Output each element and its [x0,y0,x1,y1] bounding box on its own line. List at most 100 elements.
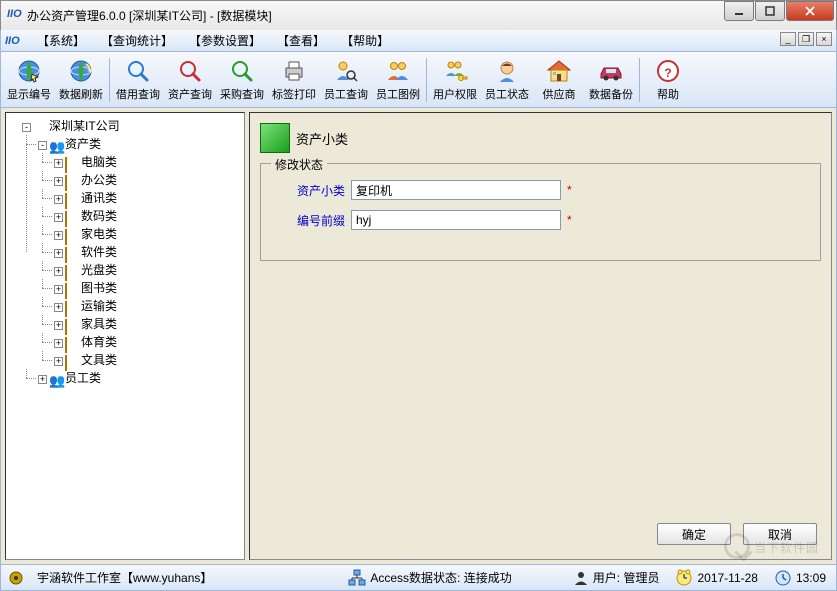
expander-icon[interactable]: - [22,123,31,132]
work-area: -深圳某IT公司-👥资产类+电脑类+办公类+通讯类+数码类+家电类+软件类+光盘… [0,108,837,565]
toolbar-globe-cursor[interactable]: 显示编号 [3,55,55,105]
required-marker: * [567,213,572,227]
menu-query-stats[interactable]: 【查询统计】 [93,30,181,51]
toolbar-globe-refresh[interactable]: 数据刷新 [55,55,107,105]
box-icon [65,282,79,296]
box-icon [65,354,79,368]
menu-help[interactable]: 【帮助】 [333,30,397,51]
status-db-text: Access数据状态: 连接成功 [370,569,511,586]
ok-button[interactable]: 确定 [657,523,731,545]
tree-item[interactable]: +文具类 [38,351,244,369]
toolbar-label: 供应商 [543,86,576,102]
expander-icon[interactable]: + [54,267,63,276]
mdi-close-button[interactable]: × [816,32,832,46]
box-icon [65,300,79,314]
tree-item[interactable]: +家电类 [38,225,244,243]
toolbar-person-head[interactable]: 员工状态 [481,55,533,105]
svg-text:?: ? [664,66,671,80]
box-icon [65,210,79,224]
expander-icon[interactable]: - [38,141,47,150]
app-icon: IIO [7,8,23,24]
globe-refresh-icon [67,57,95,85]
input-code-prefix[interactable] [351,210,561,230]
expander-icon[interactable]: + [54,177,63,186]
label-asset-subclass: 资产小类 [273,182,345,199]
tree-item[interactable]: +电脑类 [38,153,244,171]
box-icon [65,336,79,350]
menu-view[interactable]: 【查看】 [269,30,333,51]
tree-item[interactable]: +办公类 [38,171,244,189]
expander-icon[interactable]: + [54,249,63,258]
tree-item[interactable]: +数码类 [38,207,244,225]
expander-icon[interactable]: + [54,339,63,348]
box-icon [65,174,79,188]
toolbar-separator [639,58,640,102]
tree-item[interactable]: +家具类 [38,315,244,333]
toolbar-house[interactable]: 供应商 [533,55,585,105]
toolbar-label: 员工查询 [324,86,368,102]
expander-icon[interactable]: + [38,375,47,384]
toolbar-help[interactable]: ? 帮助 [642,55,694,105]
box-icon [65,264,79,278]
clock-icon [774,569,792,587]
globe-cursor-icon [15,57,43,85]
tree-pane[interactable]: -深圳某IT公司-👥资产类+电脑类+办公类+通讯类+数码类+家电类+软件类+光盘… [5,112,245,560]
tree-item[interactable]: +软件类 [38,243,244,261]
gear-icon [7,569,25,587]
expander-icon[interactable]: + [54,159,63,168]
label-code-prefix: 编号前缀 [273,212,345,229]
printer-icon [280,57,308,85]
toolbar-label: 帮助 [657,86,679,102]
cube-icon [260,123,290,153]
toolbar-users-key[interactable]: 用户权限 [429,55,481,105]
expander-icon[interactable]: + [54,303,63,312]
panel-header: 资产小类 [260,123,821,153]
tree-item[interactable]: +体育类 [38,333,244,351]
close-button[interactable] [786,1,834,21]
tree-root[interactable]: -深圳某IT公司-👥资产类+电脑类+办公类+通讯类+数码类+家电类+软件类+光盘… [6,117,244,387]
status-time-cell: 13:09 [770,569,830,587]
toolbar-magnifier-green[interactable]: 采购查询 [216,55,268,105]
cancel-button[interactable]: 取消 [743,523,817,545]
expander-icon[interactable]: + [54,231,63,240]
menu-param-settings[interactable]: 【参数设置】 [181,30,269,51]
menu-bar: IIO 【系统】 【查询统计】 【参数设置】 【查看】 【帮助】 _ ❐ × [0,30,837,52]
expander-icon[interactable]: + [54,213,63,222]
toolbar-magnifier-blue[interactable]: 借用查询 [112,55,164,105]
maximize-button[interactable] [755,1,785,21]
toolbar-label: 数据备份 [589,86,633,102]
toolbar-magnifier-red[interactable]: 资产查询 [164,55,216,105]
menu-system[interactable]: 【系统】 [29,30,93,51]
toolbar-label: 员工图例 [376,86,420,102]
status-date-cell: 2017-11-28 [671,569,762,587]
input-asset-subclass[interactable] [351,180,561,200]
person-search-icon [332,57,360,85]
status-bar: 宇涵软件工作室【www.yuhans】 Access数据状态: 连接成功 用户:… [0,565,837,591]
window-titlebar: IIO 办公资产管理6.0.0 [深圳某IT公司] - [数据模块] [0,0,837,30]
toolbar-label: 显示编号 [7,86,51,102]
tree-item[interactable]: +运输类 [38,297,244,315]
toolbar-person-search[interactable]: 员工查询 [320,55,372,105]
toolbar-car[interactable]: 数据备份 [585,55,637,105]
tree-asset-group[interactable]: -👥资产类+电脑类+办公类+通讯类+数码类+家电类+软件类+光盘类+图书类+运输… [22,135,244,369]
toolbar-printer[interactable]: 标签打印 [268,55,320,105]
tree-item[interactable]: +通讯类 [38,189,244,207]
fieldset-legend: 修改状态 [271,156,327,173]
minimize-button[interactable] [724,1,754,21]
toolbar-people[interactable]: 员工图例 [372,55,424,105]
tree-item[interactable]: +图书类 [38,279,244,297]
tree-item[interactable]: +光盘类 [38,261,244,279]
expander-icon[interactable]: + [54,321,63,330]
expander-icon[interactable]: + [54,285,63,294]
toolbar-separator [426,58,427,102]
tree-employee-group[interactable]: +👥员工类 [22,369,244,387]
expander-icon[interactable]: + [54,195,63,204]
mdi-restore-button[interactable]: ❐ [798,32,814,46]
expander-icon[interactable]: + [54,357,63,366]
mdi-minimize-button[interactable]: _ [780,32,796,46]
toolbar-label: 采购查询 [220,86,264,102]
status-time: 13:09 [796,571,826,585]
window-title: 办公资产管理6.0.0 [深圳某IT公司] - [数据模块] [27,7,272,24]
toolbar-label: 数据刷新 [59,86,103,102]
magnifier-green-icon [228,57,256,85]
